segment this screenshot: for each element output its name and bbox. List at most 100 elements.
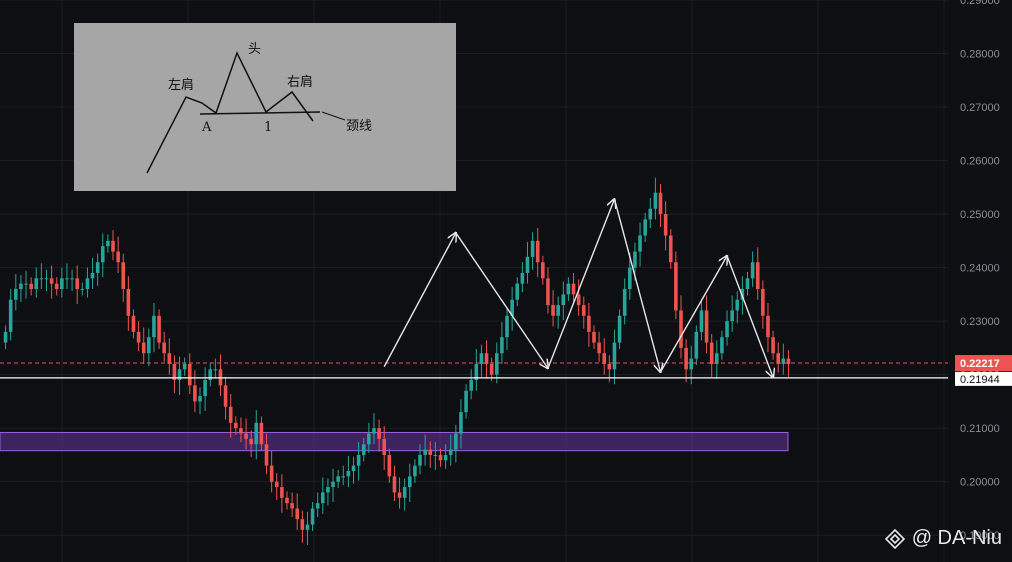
- candle-body: [551, 305, 555, 316]
- candle-body: [264, 444, 269, 466]
- candle-body: [131, 315, 136, 332]
- candle-body: [198, 396, 202, 402]
- candle-body: [464, 390, 468, 413]
- candle-body: [715, 353, 719, 364]
- candle-body: [761, 289, 765, 316]
- candle-body: [249, 438, 253, 445]
- candle-body: [269, 465, 274, 482]
- y-tick-label: 0.26000: [960, 156, 1000, 168]
- candle-body: [484, 353, 489, 364]
- candle-body: [454, 433, 458, 450]
- candle-body: [392, 476, 397, 493]
- y-tick-label: 0.28000: [960, 49, 1000, 61]
- candle-body: [653, 192, 658, 209]
- y-tick-label: 0.23000: [960, 316, 1000, 328]
- candle-body: [3, 331, 8, 343]
- candle-body: [75, 278, 79, 290]
- current-price-label: 0.22217: [960, 358, 1000, 370]
- candlestick-chart[interactable]: 0.190000.200000.210000.220000.230000.240…: [0, 0, 1012, 562]
- y-tick-label: 0.24000: [960, 263, 1000, 275]
- support-zone: [0, 431, 789, 452]
- candle-body: [361, 444, 366, 455]
- candle-body: [541, 262, 545, 279]
- candle-body: [689, 358, 694, 370]
- candle-body: [679, 310, 683, 348]
- watermark-text: @ DA-Niu: [911, 527, 1002, 549]
- candle-body: [65, 278, 69, 280]
- candle-body: [607, 363, 612, 370]
- candle-body: [228, 406, 233, 423]
- candle-body: [592, 331, 596, 343]
- candle-body: [633, 251, 637, 268]
- candle-body: [367, 433, 371, 445]
- candle-body: [29, 283, 33, 290]
- candle-body: [346, 471, 351, 477]
- candle-body: [443, 454, 448, 461]
- candle-body: [315, 503, 320, 509]
- candle-body: [24, 283, 28, 285]
- y-tick-label: 0.29000: [960, 0, 1000, 7]
- candle-body: [418, 454, 422, 466]
- candle-body: [213, 369, 218, 371]
- candle-body: [187, 363, 192, 386]
- candle-body: [152, 315, 156, 338]
- candle-body: [259, 422, 264, 445]
- candle-body: [500, 337, 504, 354]
- candle-body: [668, 235, 673, 263]
- candle-body: [162, 342, 166, 354]
- candle-body: [494, 353, 499, 375]
- candle-body: [617, 315, 622, 343]
- candle-body: [14, 289, 18, 300]
- candle-body: [19, 283, 23, 290]
- candle-body: [735, 299, 740, 311]
- candle-body: [602, 353, 607, 364]
- candle-body: [100, 246, 105, 263]
- candle-body: [382, 438, 386, 455]
- candle-body: [116, 251, 120, 263]
- candle-body: [622, 289, 627, 316]
- candle-body: [459, 412, 463, 434]
- candle-body: [433, 454, 438, 456]
- candle-body: [428, 449, 433, 455]
- candle-body: [597, 342, 601, 354]
- candle-body: [70, 278, 74, 280]
- candle-body: [571, 283, 576, 295]
- candle-body: [638, 235, 642, 252]
- candle-body: [193, 385, 197, 402]
- candle-body: [300, 519, 305, 530]
- candle-body: [223, 385, 228, 407]
- candle-body: [121, 262, 126, 290]
- candle-body: [321, 492, 325, 504]
- candle-body: [85, 278, 90, 290]
- candle-body: [581, 305, 586, 316]
- candle-body: [80, 289, 85, 291]
- candle-body: [530, 240, 535, 257]
- candle-body: [515, 283, 520, 300]
- candle-body: [141, 342, 146, 354]
- candle-body: [341, 476, 346, 478]
- candle-body: [106, 240, 110, 247]
- candle-body: [239, 428, 243, 434]
- candle-body: [44, 278, 49, 280]
- candle-body: [628, 267, 632, 290]
- candle-body: [766, 315, 770, 338]
- candle-body: [663, 214, 668, 236]
- candle-body: [556, 305, 560, 316]
- candle-body: [699, 310, 704, 332]
- candle-body: [448, 449, 453, 455]
- candle-body: [730, 310, 734, 322]
- candle-body: [49, 278, 54, 284]
- watermark: @ DA-Niu: [884, 527, 1002, 550]
- candle-body: [535, 240, 540, 263]
- candle-body: [244, 433, 248, 439]
- candle-body: [725, 321, 729, 338]
- candle-body: [203, 380, 207, 397]
- candle-body: [520, 272, 525, 284]
- candle-body: [776, 353, 780, 364]
- candle-body: [167, 353, 172, 364]
- candle-body: [305, 524, 310, 530]
- candle-body: [372, 428, 376, 434]
- candle-body: [658, 192, 663, 215]
- y-tick-label: 0.20000: [960, 477, 1000, 489]
- candle-body: [274, 481, 279, 488]
